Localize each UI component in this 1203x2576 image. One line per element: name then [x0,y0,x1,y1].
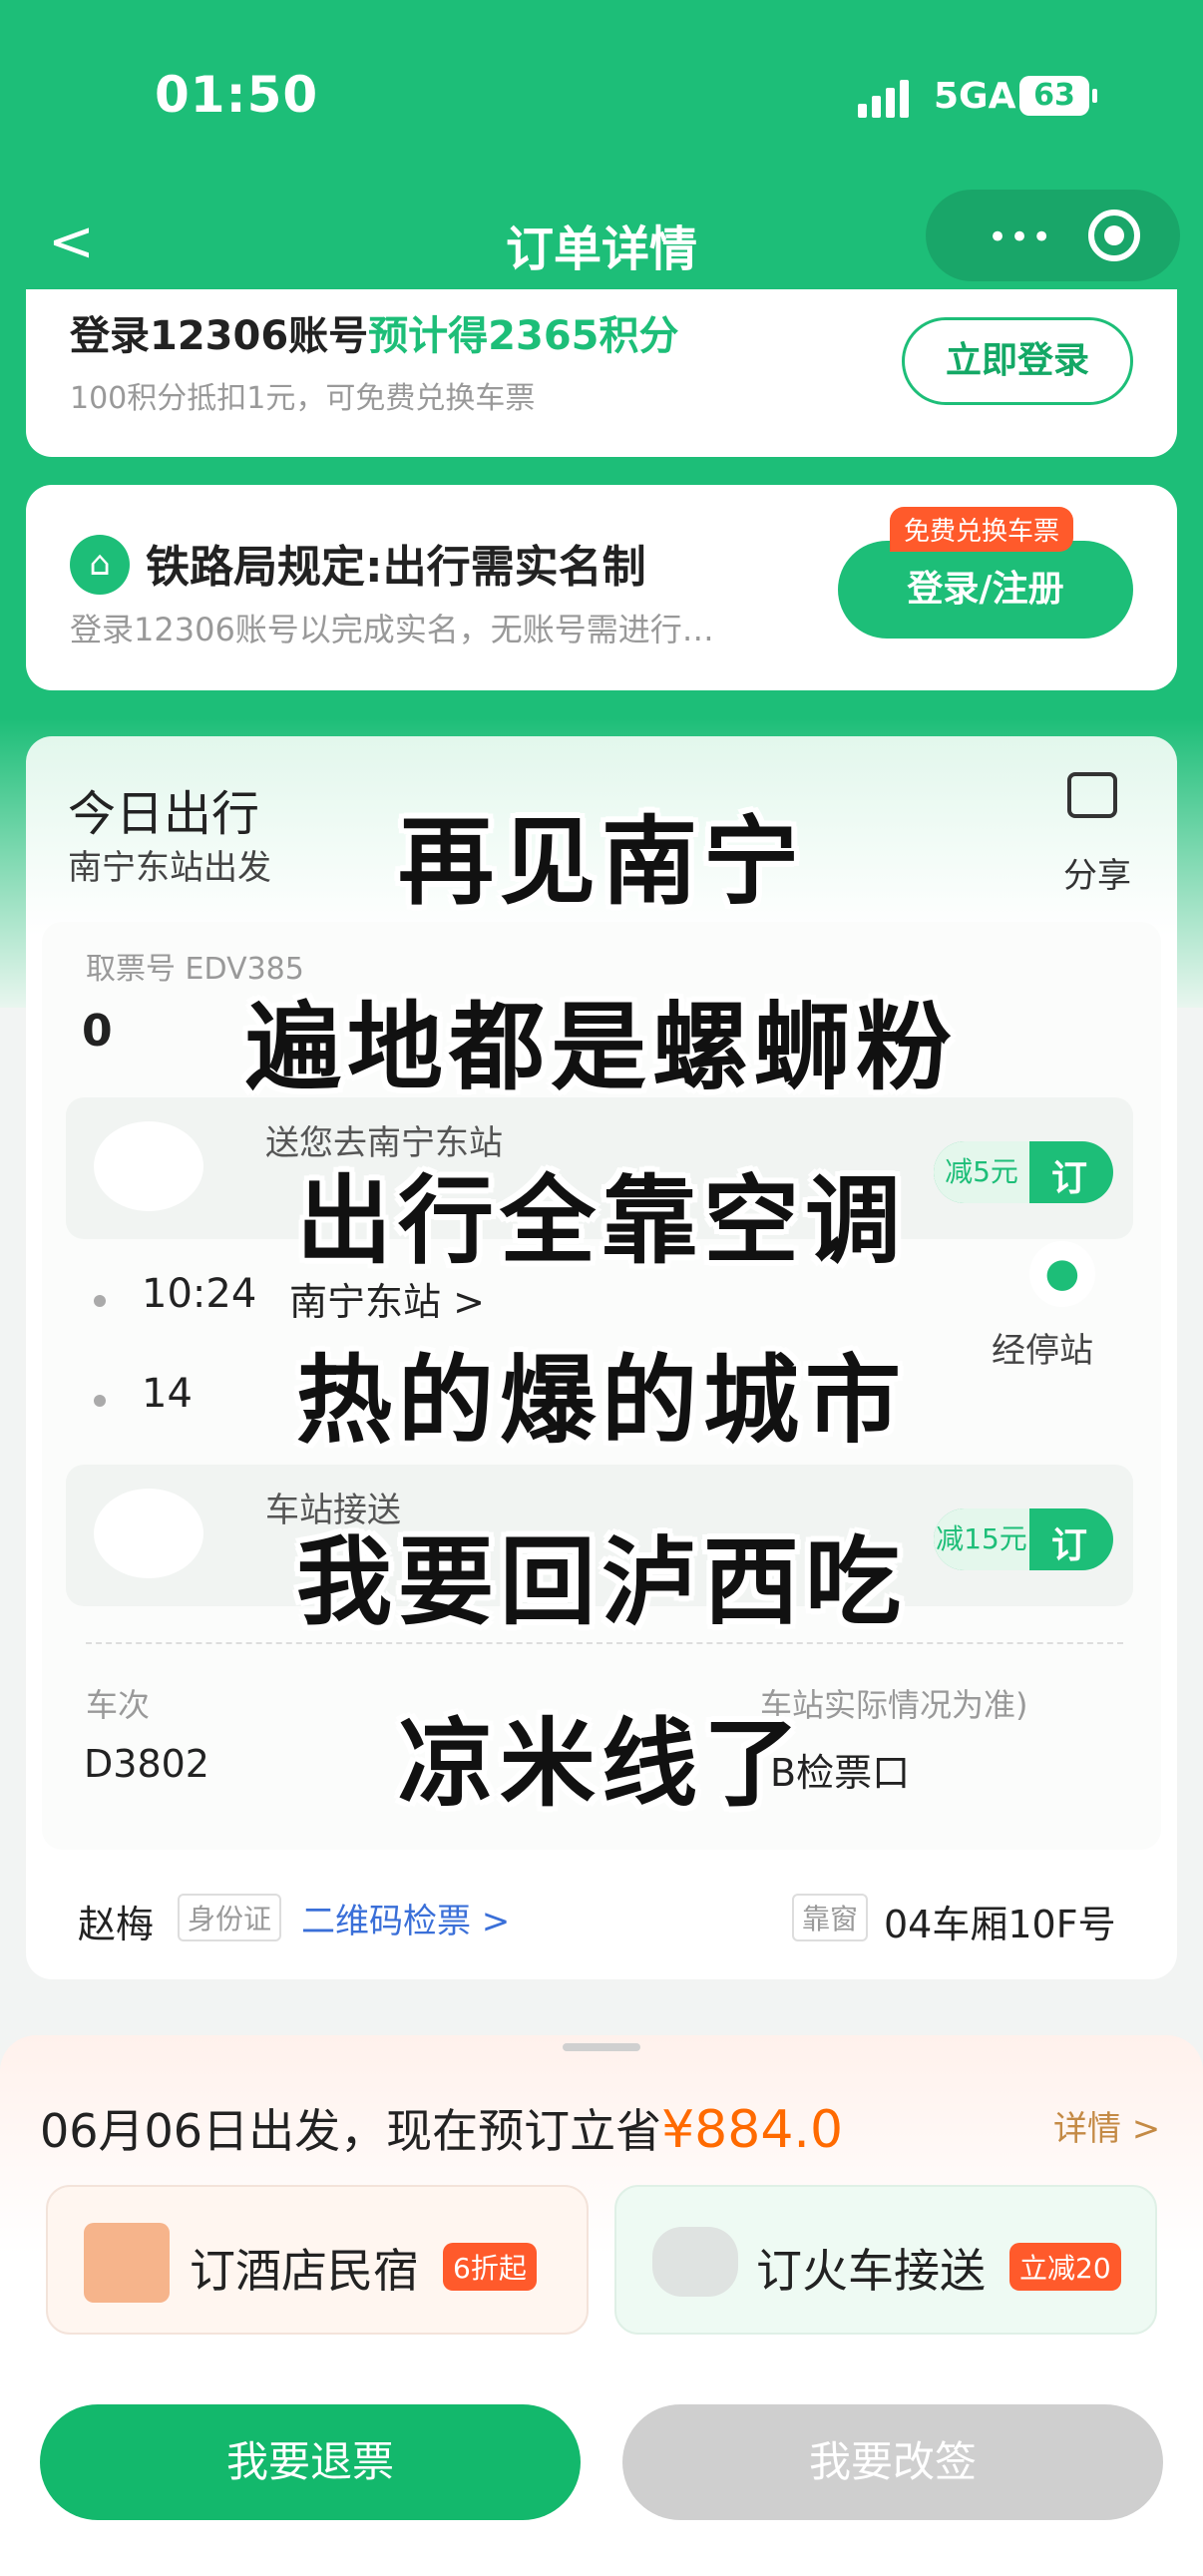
login-card: 登录12306账号预计得2365积分 100积分抵扣1元，可免费兑换车票 立即登… [26,289,1177,457]
status-time: 01:50 [155,66,319,124]
overlay-line-1: 再见南宁 [398,806,805,918]
signal-icon [858,80,909,118]
car-badge: 立减20 [1009,2243,1121,2291]
hotel-label: 订酒店民宿 [190,2244,419,2298]
hotel-card[interactable]: 订酒店民宿 6折起 [46,2185,589,2335]
hotel-icon [84,2223,170,2303]
more-icon[interactable]: ••• [988,217,1053,257]
stop-dot [94,1295,106,1307]
seat-type-tag: 靠窗 [792,1894,869,1941]
drag-handle[interactable] [563,2043,640,2051]
login-subtitle: 100积分抵扣1元，可免费兑换车票 [70,381,536,416]
car-label: 订火车接送 [756,2244,986,2298]
change-ticket-button[interactable]: 我要改签 [622,2404,1163,2520]
overlay-line-3: 出行全靠空调 [296,1165,907,1277]
realname-card: ⌂ 铁路局规定:出行需实名制 登录12306账号以完成实名，无账号需进行… 登录… [26,485,1177,690]
qr-check-link[interactable]: 二维码检票 > [301,1894,510,1942]
network-type: 5GA [934,76,1016,117]
battery-icon: 63 [1019,76,1097,116]
overlay-line-4: 热的爆的城市 [296,1345,907,1457]
close-target-icon[interactable] [1088,210,1140,261]
savings-text: 06月06日出发，现在预订立省¥884.0 [40,2100,844,2160]
station-transfer-card[interactable]: 订火车接送 立减20 [614,2185,1157,2335]
id-type-tag: 身份证 [178,1894,282,1941]
login-now-button[interactable]: 立即登录 [902,317,1133,405]
login-title: 登录12306账号预计得2365积分 [70,313,679,359]
overlay-line-2: 遍地都是螺蛳粉 [245,992,958,1103]
bottom-sheet: 06月06日出发，现在预订立省¥884.0 详情 > 订酒店民宿 6折起 订火车… [0,2035,1203,2576]
car-icon [652,2227,738,2297]
details-link[interactable]: 详情 > [1053,2101,1160,2150]
railway-logo-icon: ⌂ [70,535,130,595]
realname-title: 铁路局规定:出行需实名制 [146,542,646,593]
action-bar: 我要退票 我要改签 [0,2335,1203,2576]
passenger-name: 赵梅 [78,1903,155,1946]
refund-button[interactable]: 我要退票 [40,2404,581,2520]
overlay-line-5: 我要回泸西吃 [296,1526,907,1638]
hotel-badge: 6折起 [443,2243,537,2291]
seat-info: 04车厢10F号 [884,1903,1116,1946]
mini-program-capsule: ••• [926,190,1180,281]
free-ticket-badge: 免费兑换车票 [890,507,1074,552]
overlay-line-6: 凉米线了 [398,1708,805,1820]
register-button[interactable]: 登录/注册 [838,541,1133,639]
status-bar: 01:50 5GA 63 [0,0,1203,190]
realname-subtitle: 登录12306账号以完成实名，无账号需进行… [70,611,714,648]
